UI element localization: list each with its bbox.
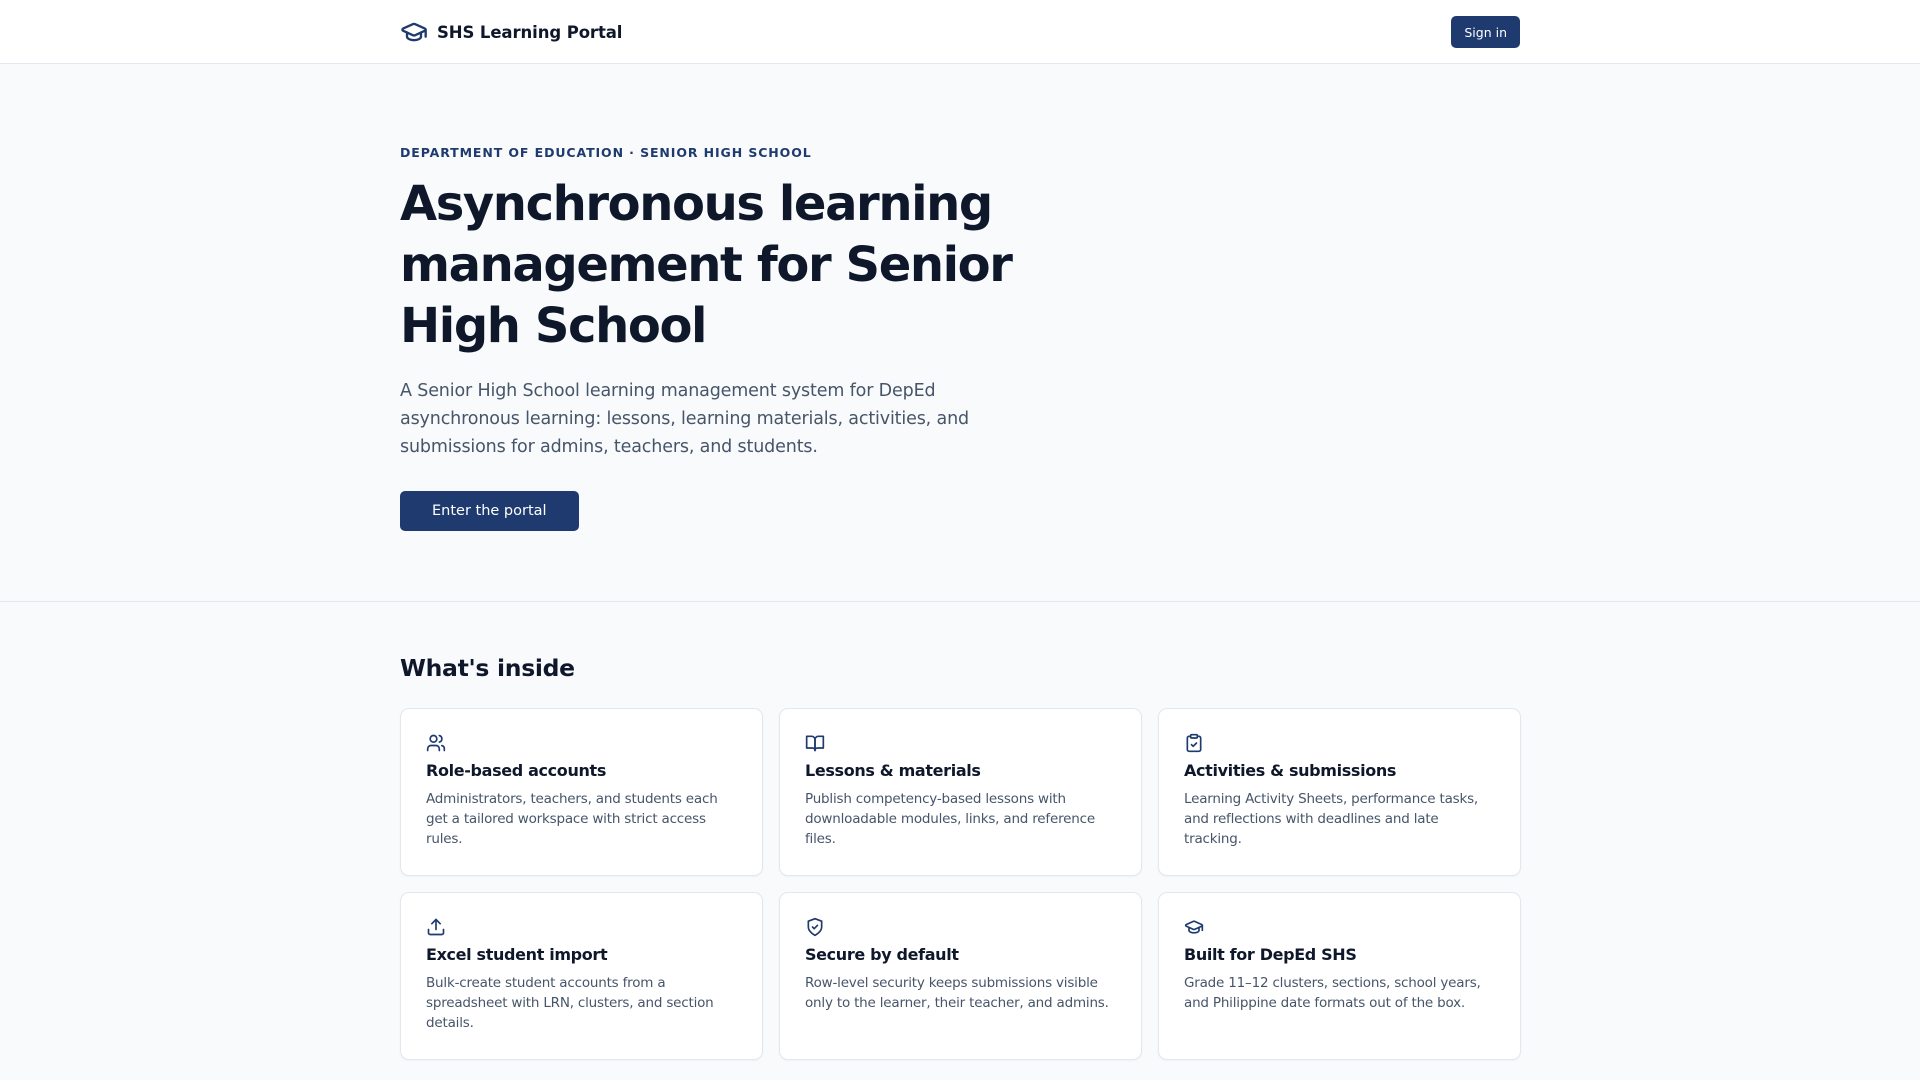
users-icon	[426, 733, 446, 753]
page-title: Asynchronous learning management for Sen…	[400, 176, 1013, 354]
feature-description: Row-level security keeps submissions vis…	[805, 975, 1109, 1011]
feature-description: Administrators, teachers, and students e…	[426, 791, 718, 847]
feature-card-excel-student-import: Excel student import Bulk-create student…	[400, 892, 763, 1060]
feature-title: Activities & submissions	[1184, 761, 1397, 780]
graduation-cap-icon	[1184, 917, 1204, 937]
top-navbar: SHS Learning Portal Sign in	[0, 0, 1920, 64]
feature-title: Built for DepEd SHS	[1184, 945, 1357, 964]
graduation-cap-icon	[400, 18, 428, 46]
feature-card-secure-by-default: Secure by default Row-level security kee…	[779, 892, 1142, 1060]
feature-card-activities-submissions: Activities & submissions Learning Activi…	[1158, 708, 1521, 876]
feature-card-role-based-accounts: Role-based accounts Administrators, teac…	[400, 708, 763, 876]
features-section: What's inside Role-based accounts Admini…	[0, 602, 1920, 1080]
feature-title: Excel student import	[426, 945, 608, 964]
feature-title: Lessons & materials	[805, 761, 981, 780]
clipboard-check-icon	[1184, 733, 1204, 753]
features-heading: What's inside	[400, 654, 575, 682]
feature-card-lessons-materials: Lessons & materials Publish competency-b…	[779, 708, 1142, 876]
enter-portal-button[interactable]: Enter the portal	[400, 491, 579, 531]
feature-title: Role-based accounts	[426, 761, 606, 780]
feature-description: Learning Activity Sheets, performance ta…	[1184, 791, 1479, 847]
hero-section: Department of Education · Senior High Sc…	[0, 64, 1920, 602]
feature-card-built-for-deped-shs: Built for DepEd SHS Grade 11–12 clusters…	[1158, 892, 1521, 1060]
feature-description: Publish competency-based lessons with do…	[805, 791, 1095, 847]
upload-icon	[426, 917, 446, 937]
shield-check-icon	[805, 917, 825, 937]
feature-description: Grade 11–12 clusters, sections, school y…	[1184, 975, 1481, 1011]
feature-description: Bulk-create student accounts from a spre…	[426, 975, 714, 1031]
book-open-icon	[805, 733, 825, 753]
feature-title: Secure by default	[805, 945, 959, 964]
features-grid: Role-based accounts Administrators, teac…	[400, 708, 1521, 1060]
hero-description: A Senior High School learning management…	[400, 381, 969, 457]
brand-logo[interactable]: SHS Learning Portal	[400, 18, 622, 46]
brand-name: SHS Learning Portal	[437, 22, 623, 42]
hero-eyebrow: Department of Education · Senior High Sc…	[400, 145, 812, 160]
sign-in-button[interactable]: Sign in	[1451, 16, 1520, 48]
